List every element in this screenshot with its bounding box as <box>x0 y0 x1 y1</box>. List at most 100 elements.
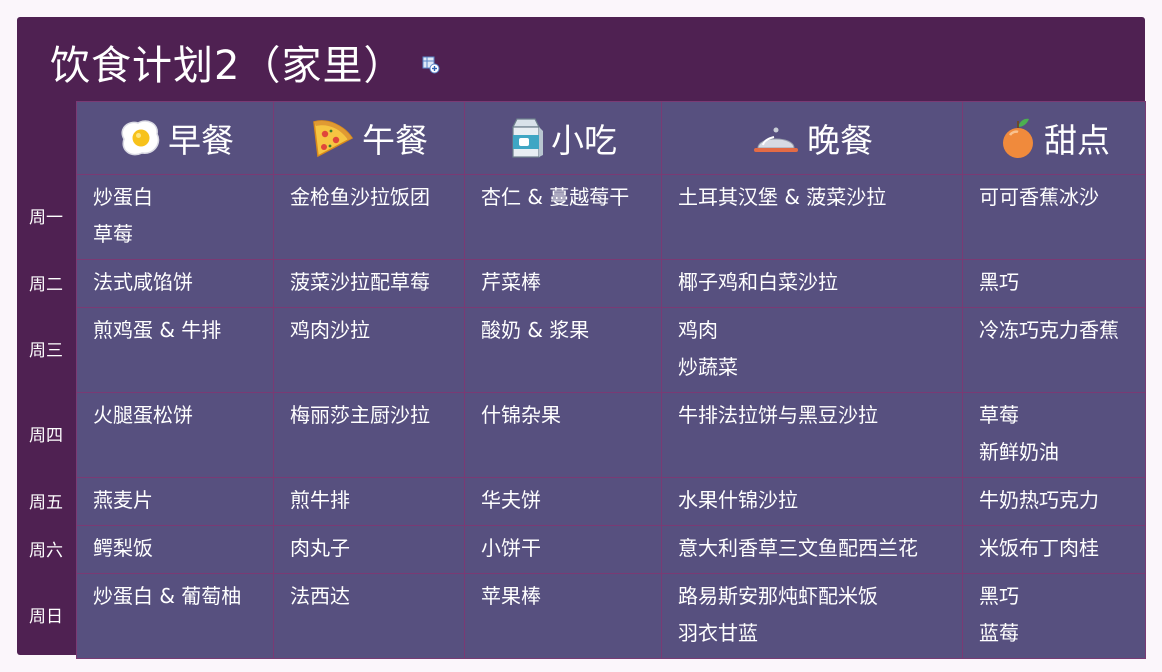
meal-item: 草莓 <box>93 222 133 246</box>
meal-item: 梅丽莎主厨沙拉 <box>290 403 430 427</box>
meal-item: 可可香蕉冰沙 <box>979 185 1099 209</box>
day-label: 周三 <box>29 341 63 361</box>
meal-item: 椰子鸡和白菜沙拉 <box>678 270 838 294</box>
meal-cell[interactable]: 水果什锦沙拉 <box>661 477 963 526</box>
meal-cell[interactable]: 草莓 新鲜奶油 <box>962 392 1146 478</box>
meal-cell[interactable]: 煎牛排 <box>273 477 465 526</box>
meal-item: 黑巧 <box>979 270 1019 294</box>
meal-item: 牛排法拉饼与黑豆沙拉 <box>678 403 878 427</box>
meal-cell[interactable]: 鸡肉沙拉 <box>273 307 465 393</box>
meal-item: 鸡肉 <box>678 318 718 342</box>
meal-item: 羽衣甘蓝 <box>678 621 758 645</box>
meal-plan-frame: 饮食计划2（家里） 周一 周二 周三 周四 周五 周六 周日 早餐 午餐 小吃 … <box>17 17 1146 659</box>
table-row: 燕麦片 煎牛排 华夫饼 水果什锦沙拉 牛奶热巧克力 <box>76 477 1146 526</box>
table-row: 炒蛋白草莓 金枪鱼沙拉饭团 杏仁 & 蔓越莓干 土耳其汉堡 & 菠菜沙拉 可可香… <box>76 174 1146 260</box>
fried-egg-icon <box>116 117 162 159</box>
meal-cell[interactable]: 路易斯安那炖虾配米饭 羽衣甘蓝 <box>661 573 963 659</box>
meal-item: 水果什锦沙拉 <box>678 488 798 512</box>
table-row: 鳄梨饭 肉丸子 小饼干 意大利香草三文鱼配西兰花 米饭布丁肉桂 <box>76 525 1146 574</box>
meal-item: 火腿蛋松饼 <box>93 403 193 427</box>
meal-item: 杏仁 & 蔓越莓干 <box>481 185 630 209</box>
meal-cell[interactable]: 土耳其汉堡 & 菠菜沙拉 <box>661 174 963 260</box>
meal-cell[interactable]: 牛排法拉饼与黑豆沙拉 <box>661 392 963 478</box>
meal-header-label: 甜点 <box>1044 121 1110 160</box>
meal-item: 炒蛋白 <box>93 185 153 209</box>
meal-cell[interactable]: 燕麦片 <box>76 477 274 526</box>
meal-item: 意大利香草三文鱼配西兰花 <box>678 536 918 560</box>
meal-item: 新鲜奶油 <box>979 440 1059 464</box>
meal-cell[interactable]: 法式咸馅饼 <box>76 259 274 308</box>
meal-item: 燕麦片 <box>93 488 153 512</box>
meal-header-label: 午餐 <box>362 121 428 160</box>
meal-item: 法西达 <box>290 584 350 608</box>
meal-header-snack: 小吃 <box>464 101 662 175</box>
meal-cell[interactable]: 芹菜棒 <box>464 259 662 308</box>
day-label: 周日 <box>29 607 63 627</box>
meal-item: 黑巧 <box>979 584 1019 608</box>
peach-icon <box>998 115 1038 161</box>
meal-cell[interactable]: 肉丸子 <box>273 525 465 574</box>
meal-cell[interactable]: 火腿蛋松饼 <box>76 392 274 478</box>
meal-header-row: 早餐 午餐 小吃 晚餐 甜点 <box>76 101 1146 175</box>
meal-cell[interactable]: 黑巧 <box>962 259 1146 308</box>
meal-header-dinner: 晚餐 <box>661 101 963 175</box>
meal-cell[interactable]: 法西达 <box>273 573 465 659</box>
table-row: 煎鸡蛋 & 牛排 鸡肉沙拉 酸奶 & 浆果 鸡肉炒蔬菜 冷冻巧克力香蕉 <box>76 307 1146 393</box>
meal-cell[interactable]: 什锦杂果 <box>464 392 662 478</box>
meal-item: 小饼干 <box>481 536 541 560</box>
meal-item: 酸奶 & 浆果 <box>481 318 590 342</box>
meal-cell[interactable]: 可可香蕉冰沙 <box>962 174 1146 260</box>
meal-item: 炒蔬菜 <box>678 355 738 379</box>
pizza-slice-icon <box>310 116 356 160</box>
meal-item: 法式咸馅饼 <box>93 270 193 294</box>
meal-cell[interactable]: 金枪鱼沙拉饭团 <box>273 174 465 260</box>
milk-carton-icon <box>509 115 545 161</box>
add-table-icon[interactable] <box>422 56 440 74</box>
meal-item: 路易斯安那炖虾配米饭 <box>678 584 878 608</box>
meal-cell[interactable]: 黑巧 蓝莓 <box>962 573 1146 659</box>
meal-cell[interactable]: 炒蛋白 & 葡萄柚 <box>76 573 274 659</box>
meal-cell[interactable]: 菠菜沙拉配草莓 <box>273 259 465 308</box>
meal-item: 什锦杂果 <box>481 403 561 427</box>
meal-header-label: 早餐 <box>168 121 234 160</box>
meal-cell[interactable]: 梅丽莎主厨沙拉 <box>273 392 465 478</box>
meal-cell[interactable]: 米饭布丁肉桂 <box>962 525 1146 574</box>
table-row: 炒蛋白 & 葡萄柚 法西达 苹果棒 路易斯安那炖虾配米饭 羽衣甘蓝 黑巧 蓝莓 <box>76 573 1146 659</box>
meal-cell[interactable]: 炒蛋白 草莓 <box>76 174 274 260</box>
meal-item: 鸡肉沙拉 <box>290 318 370 342</box>
meal-cell[interactable]: 牛奶热巧克力 <box>962 477 1146 526</box>
food-cloche-icon <box>751 118 801 158</box>
meal-item: 苹果棒 <box>481 584 541 608</box>
meal-plan-table: 早餐 午餐 小吃 晚餐 甜点 炒蛋白 草莓 金枪鱼沙拉饭团 杏仁 & 蔓越莓干 … <box>76 101 1146 659</box>
day-label: 周四 <box>29 426 63 446</box>
meal-header-breakfast: 早餐 <box>76 101 274 175</box>
meal-header-lunch: 午餐 <box>273 101 465 175</box>
table-row: 火腿蛋松饼 梅丽莎主厨沙拉 什锦杂果 牛排法拉饼与黑豆沙拉 草莓 新鲜奶油 <box>76 392 1146 478</box>
meal-cell[interactable]: 鸡肉 炒蔬菜 <box>661 307 963 393</box>
day-label: 周六 <box>29 540 63 561</box>
meal-cell[interactable]: 椰子鸡和白菜沙拉 <box>661 259 963 308</box>
meal-cell[interactable]: 意大利香草三文鱼配西兰花 <box>661 525 963 574</box>
meal-item: 肉丸子 <box>290 536 350 560</box>
meal-cell[interactable]: 小饼干 <box>464 525 662 574</box>
meal-header-label: 小吃 <box>551 121 617 160</box>
meal-item: 芹菜棒 <box>481 270 541 294</box>
meal-item: 华夫饼 <box>481 488 541 512</box>
title-row: 饮食计划2（家里） <box>50 27 440 97</box>
meal-cell[interactable]: 酸奶 & 浆果 <box>464 307 662 393</box>
meal-cell[interactable]: 苹果棒 <box>464 573 662 659</box>
meal-cell[interactable]: 煎鸡蛋 & 牛排 <box>76 307 274 393</box>
meal-item: 金枪鱼沙拉饭团 <box>290 185 430 209</box>
meal-cell[interactable]: 杏仁 & 蔓越莓干 <box>464 174 662 260</box>
day-label: 周一 <box>29 208 63 228</box>
meal-cell[interactable]: 鳄梨饭 <box>76 525 274 574</box>
meal-item: 鳄梨饭 <box>93 536 153 560</box>
meal-item: 冷冻巧克力香蕉 <box>979 318 1119 342</box>
meal-item: 米饭布丁肉桂 <box>979 536 1099 560</box>
meal-header-dessert: 甜点 <box>962 101 1146 175</box>
meal-item: 煎牛排 <box>290 488 350 512</box>
meal-item: 牛奶热巧克力 <box>979 488 1099 512</box>
meal-item: 土耳其汉堡 & 菠菜沙拉 <box>678 185 887 209</box>
meal-cell[interactable]: 华夫饼 <box>464 477 662 526</box>
meal-cell[interactable]: 冷冻巧克力香蕉 <box>962 307 1146 393</box>
